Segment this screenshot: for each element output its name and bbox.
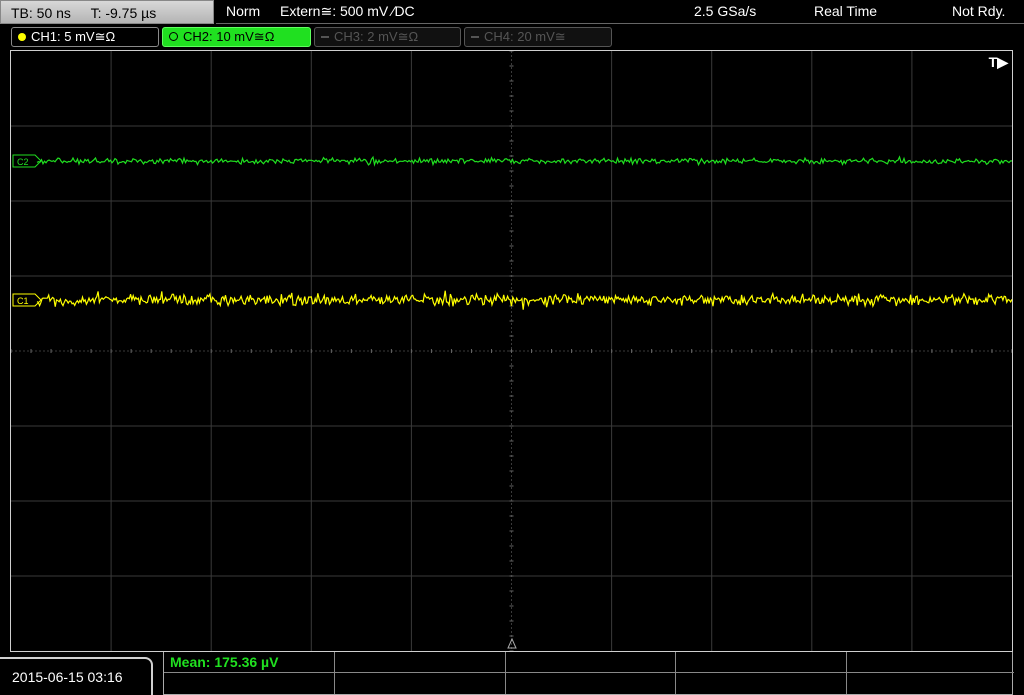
channel-tab-ch2[interactable]: CH2: 10 mV≅Ω [162, 27, 311, 47]
ch2-waveform-trace [36, 155, 1012, 167]
measurement-cell[interactable] [335, 673, 506, 694]
trigger-position-label[interactable]: T▶ [989, 54, 1008, 71]
timebase-box[interactable]: TB: 50 ns T: -9.75 µs [0, 0, 214, 24]
status-bar: Norm Extern≅: 500 mV ∕DC 2.5 GSa/s Real … [216, 0, 1024, 24]
ch1-waveform-trace [36, 290, 1012, 310]
waveform-display[interactable]: C2 C1 T▶ [10, 50, 1013, 652]
measurement-cell[interactable] [676, 673, 847, 694]
ch4-indicator-icon [471, 36, 479, 38]
acquisition-mode-label[interactable]: Real Time [814, 0, 877, 22]
ch2-offset-marker[interactable]: C2 [12, 154, 42, 168]
trigger-source-label[interactable]: Extern≅: 500 mV ∕DC [280, 0, 415, 22]
timebase-label: TB: 50 ns [11, 5, 71, 21]
ch1-marker-label: C1 [17, 296, 29, 306]
measurement-cell[interactable] [506, 652, 676, 673]
measurement-cell[interactable]: Mean: 175.36 µV [164, 652, 335, 673]
datetime-display: 2015-06-15 03:16 [0, 657, 153, 695]
channel-tab-ch1[interactable]: CH1: 5 mV≅Ω [11, 27, 159, 47]
mean-measurement-label: Mean: 175.36 µV [170, 654, 279, 670]
trigger-time-label: T: -9.75 µs [90, 5, 157, 21]
ready-state-label: Not Rdy. [952, 3, 1006, 19]
ch2-marker-label: C2 [17, 157, 29, 167]
ch3-tab-label: CH3: 2 mV≅Ω [334, 29, 419, 44]
waveform-graticule: C2 C1 [11, 51, 1012, 651]
ch1-offset-marker[interactable]: C1 [12, 293, 42, 307]
measurement-cell[interactable] [847, 652, 1014, 673]
measurement-cell[interactable] [847, 673, 1014, 694]
ch2-indicator-icon [169, 32, 178, 41]
datetime-label: 2015-06-15 03:16 [12, 669, 123, 685]
ch2-tab-label: CH2: 10 mV≅Ω [183, 29, 275, 44]
ch3-indicator-icon [321, 36, 329, 38]
measurement-cell[interactable] [335, 652, 506, 673]
channel-tab-ch3[interactable]: CH3: 2 mV≅Ω [314, 27, 461, 47]
measurement-cell[interactable] [676, 652, 847, 673]
ch1-indicator-icon [18, 33, 26, 41]
ch4-tab-label: CH4: 20 mV≅ [484, 29, 566, 44]
graticule-center-ticks [11, 51, 1012, 651]
sample-rate-label[interactable]: 2.5 GSa/s [694, 0, 756, 22]
measurement-cell[interactable] [506, 673, 676, 694]
measurement-panel[interactable]: Mean: 175.36 µV [163, 652, 1014, 695]
channel-tab-ch4[interactable]: CH4: 20 mV≅ [464, 27, 612, 47]
trigger-mode-label[interactable]: Norm [226, 0, 260, 22]
ch1-tab-label: CH1: 5 mV≅Ω [31, 29, 116, 44]
measurement-cell[interactable] [164, 673, 335, 694]
